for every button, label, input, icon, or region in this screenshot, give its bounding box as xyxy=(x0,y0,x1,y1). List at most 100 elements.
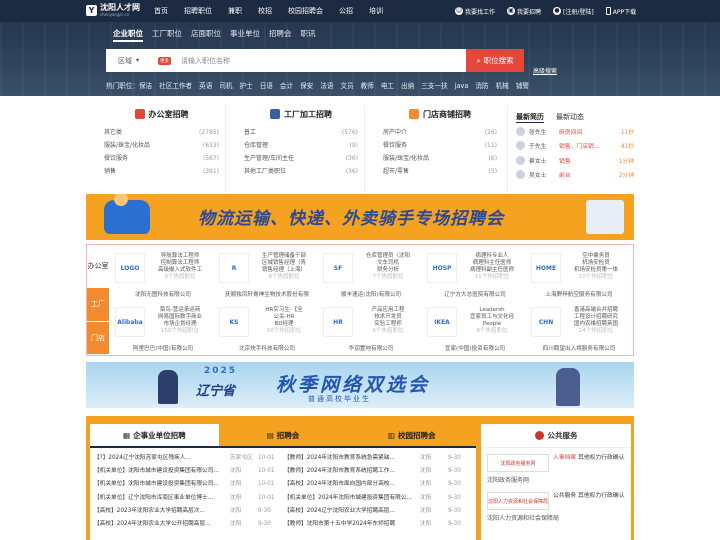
hot-job[interactable]: 护士 xyxy=(240,82,253,90)
job-row[interactable]: 【教师】沈阳市第十五中学2024年东师招聘 沈阳 9-30 xyxy=(284,518,468,531)
recruit-link[interactable]: ▣ 我要招聘 xyxy=(507,7,541,16)
category-item[interactable]: 服装/珠宝/化妆品 (6) xyxy=(383,152,497,165)
tab-fair[interactable]: 招聘会 xyxy=(269,28,292,42)
more-badge[interactable]: 更多 xyxy=(158,56,171,65)
hot-job[interactable]: java xyxy=(455,82,469,90)
job-row[interactable]: 【高校】2024年沈阳农业大学公开招聘高层... 沈阳 9-30 xyxy=(94,518,278,531)
tab-store[interactable]: 店面职位 xyxy=(191,28,221,42)
hot-job[interactable]: 机械 xyxy=(496,82,509,90)
service-item[interactable]: 沈阳人力资源和社会保障局 公共服务 其他权力行政确认 xyxy=(481,486,631,510)
category-title[interactable]: 办公室招聘 xyxy=(104,105,219,123)
category-title[interactable]: 工厂加工招聘 xyxy=(244,105,358,123)
tab-campus-fair[interactable]: ▥ 校园招聘会 xyxy=(347,424,477,446)
tab-institution[interactable]: 事业单位 xyxy=(230,28,260,42)
nav-link-parttime[interactable]: 兼职 xyxy=(220,0,250,22)
category-item[interactable]: 餐饮服务 (567) xyxy=(104,152,219,165)
hot-job[interactable]: 电工 xyxy=(381,82,394,90)
resume-name: 吴女士 xyxy=(529,173,547,180)
company-card[interactable]: LOGO 导航算法工程师 控制算法工程师 高级嵌入式软件工 9个热招职位 沈阳无图科技… xyxy=(111,249,215,299)
nav-link-campus[interactable]: 校招 xyxy=(250,0,280,22)
nav-link-jobs[interactable]: 招聘职位 xyxy=(176,0,220,22)
job-row[interactable]: 【机关单位】辽宁沈阳市浑南区事业单位博士... 沈阳 10-01 xyxy=(94,492,278,505)
hot-job[interactable]: 铺警 xyxy=(516,82,529,90)
tab-latest-news[interactable]: 最新动态 xyxy=(556,112,584,122)
category-item[interactable]: 餐饮服务 (11) xyxy=(383,139,497,152)
advanced-search-link[interactable]: 高级搜索 xyxy=(533,66,557,75)
job-row[interactable]: 【教师】2024年沈阳市教育系统招聘工作... 沈阳 9-30 xyxy=(284,465,468,478)
tab-news[interactable]: 职讯 xyxy=(301,28,316,42)
hot-job[interactable]: 法语 xyxy=(320,82,333,90)
category-title[interactable]: 门店商铺招聘 xyxy=(383,105,497,123)
app-download-link[interactable]: APP下载 xyxy=(605,7,636,16)
hot-job[interactable]: 三支一扶 xyxy=(421,82,447,90)
hot-job[interactable]: 社区工作者 xyxy=(159,82,192,90)
service-item[interactable]: 沈阳政务服务网 人事档案 其他权力行政确认 xyxy=(481,448,631,472)
hot-job[interactable]: 消防 xyxy=(475,82,488,90)
category-item[interactable]: 超市/零售 (5) xyxy=(383,165,497,178)
company-card[interactable]: HOSP 病理科专业人 病理科主任医师 病理科副主任医师 11个热招职位 辽宁方大总医… xyxy=(423,249,527,299)
company-card[interactable]: IKEA Leadersh 宜家员工与文化经 People 8个热招职位 宜家(中国)… xyxy=(423,303,527,353)
hot-job[interactable]: 会计 xyxy=(280,82,293,90)
tab-enterprise[interactable]: 企业职位 xyxy=(113,28,143,42)
category-item[interactable]: 生产管理/车间主任 (36) xyxy=(244,152,358,165)
company-card[interactable]: HR 产品应用工程 技术开发员 实验工程师 6个热招职位 华润置地有限公司 xyxy=(319,303,423,353)
area-select[interactable]: 区域 ▾ xyxy=(106,56,154,66)
login-link[interactable]: ● [注册/登陆] xyxy=(553,7,594,16)
job-row[interactable]: 【?】2024辽宁沈阳苏家屯区残疾人... 苏家屯区 10-01 xyxy=(94,452,278,465)
job-row[interactable]: 【机关单位】沈阳市城市建设投资集团有限公司... 沈阳 10-01 xyxy=(94,465,278,478)
tab-job-fair[interactable]: ▤ 招聘会 xyxy=(218,424,348,446)
company-card[interactable]: CHN 香港高端合并招聘 工程设计招聘研究 国内农维招聘英国 24个热招职位 四川聘望… xyxy=(527,303,631,353)
company-card[interactable]: Alibaba 菜鸟-营运承运商 网易国际数字商业 市场企划经理 150个热招职位阿… xyxy=(111,303,215,353)
category-item[interactable]: 仓库管理 (9) xyxy=(244,139,358,152)
job-row[interactable]: 【机关单位】沈阳市城市建设投资集团有限公司... 沈阳 10-01 xyxy=(94,478,278,491)
nav-link-public[interactable]: 公招 xyxy=(331,0,361,22)
category-item[interactable]: 服装/珠宝/化妆品 (633) xyxy=(104,139,219,152)
resume-row[interactable]: 吴女士 前台 2分钟 xyxy=(516,168,634,183)
site-logo[interactable]: Y 沈阳人才网 shenyangrc.cn xyxy=(86,3,140,17)
hot-job[interactable]: 英语 xyxy=(199,82,212,90)
company-card[interactable]: R 生产管理储备干部 区域销售经理（青 销售经理（上海） 8个热招职位 抚顺独凤轩脊神… xyxy=(215,249,319,299)
find-job-link[interactable]: ☺ 我要找工作 xyxy=(455,7,495,16)
tab-store-side[interactable]: 门店 xyxy=(87,321,109,354)
hot-job[interactable]: 日语 xyxy=(260,82,273,90)
tab-factory[interactable]: 工厂职位 xyxy=(152,28,182,42)
campus-fair-banner[interactable]: 2025 辽宁省 秋季网络双选会 普通高校毕业生 xyxy=(86,362,634,408)
hot-job[interactable]: 教师 xyxy=(361,82,374,90)
hot-job[interactable]: 出纳 xyxy=(401,82,414,90)
resume-row[interactable]: 张先生 厨房间间 11秒 xyxy=(516,124,634,139)
company-job-titles: HR实习生-【全 公关-HR BD经理 xyxy=(265,307,303,327)
job-row[interactable]: 【高校】2024年沈阳市面向国内部分高校... 沈阳 9-30 xyxy=(284,478,468,491)
hot-job[interactable]: 文员 xyxy=(340,82,353,90)
category-item[interactable]: 其它类 (2785) xyxy=(104,126,219,139)
job-row[interactable]: 【教师】2024年沈阳市教育系统急需紧缺... 沈阳 9-30 xyxy=(284,452,468,465)
service-caption[interactable]: 沈阳政务服务网 xyxy=(481,472,631,486)
logistics-fair-banner[interactable]: 物流运输、快递、外卖骑手专场招聘会 xyxy=(86,194,634,240)
job-row[interactable]: 【高校】2024辽宁沈阳农业大学招聘高层... 沈阳 9-30 xyxy=(284,505,468,518)
category-item[interactable]: 销售 (391) xyxy=(104,165,219,178)
nav-link-campus-fair[interactable]: 校园招聘会 xyxy=(280,0,331,22)
job-row[interactable]: 【高校】2023年沈阳农业大学招聘高层次... 沈阳 9-30 xyxy=(94,505,278,518)
resume-row[interactable]: 蔡女士 销售 1分钟 xyxy=(516,153,634,168)
service-caption[interactable]: 沈阳人力资源和社会保障局 xyxy=(481,510,631,524)
category-item[interactable]: 房产中介 (26) xyxy=(383,126,497,139)
nav-right: ☺ 我要找工作 ▣ 我要招聘 ● [注册/登陆] APP下载 xyxy=(455,0,636,22)
hot-job[interactable]: 司机 xyxy=(219,82,232,90)
hot-job[interactable]: 保洁 xyxy=(139,82,152,90)
tab-factory-side[interactable]: 工厂 xyxy=(87,288,109,321)
category-item[interactable]: 普工 (576) xyxy=(244,126,358,139)
job-row[interactable]: 【机关单位】2024年沈阳市城建投资集团有限公... 沈阳 9-30 xyxy=(284,492,468,505)
company-card[interactable]: KS HR实习生-【全 公关-HR BD经理 50个热招职位 北京快手科技有限公司 xyxy=(215,303,319,353)
nav-link-home[interactable]: 首页 xyxy=(150,0,176,22)
search-input[interactable]: 请输入职位名称 xyxy=(171,56,466,66)
resume-row[interactable]: 于先生 销售，门店销... 41秒 xyxy=(516,139,634,154)
nav-link-training[interactable]: 培训 xyxy=(361,0,391,22)
hot-job[interactable]: 保安 xyxy=(300,82,313,90)
company-card[interactable]: HOME 空中乘务员 机场安检员 机场安检员第一体 10个热招职位 上海野梓航空服务有… xyxy=(527,249,631,299)
tab-latest-resumes[interactable]: 最新简历 xyxy=(516,112,545,123)
category-item[interactable]: 其他工厂类职位 (36) xyxy=(244,165,358,178)
tab-office[interactable]: 办公室 xyxy=(87,245,109,288)
search-button[interactable]: ⌕ 职位搜索 xyxy=(466,49,524,72)
search-tabs: 企业职位 工厂职位 店面职位 事业单位 招聘会 职讯 xyxy=(113,28,316,42)
company-card[interactable]: SF 仓库管理员（沈阳 文车司机 财务分析 7个热招职位 顺丰速运(沈阳)有限公司 xyxy=(319,249,423,299)
tab-institution-jobs[interactable]: ▦ 企事业单位招聘 xyxy=(90,424,219,446)
